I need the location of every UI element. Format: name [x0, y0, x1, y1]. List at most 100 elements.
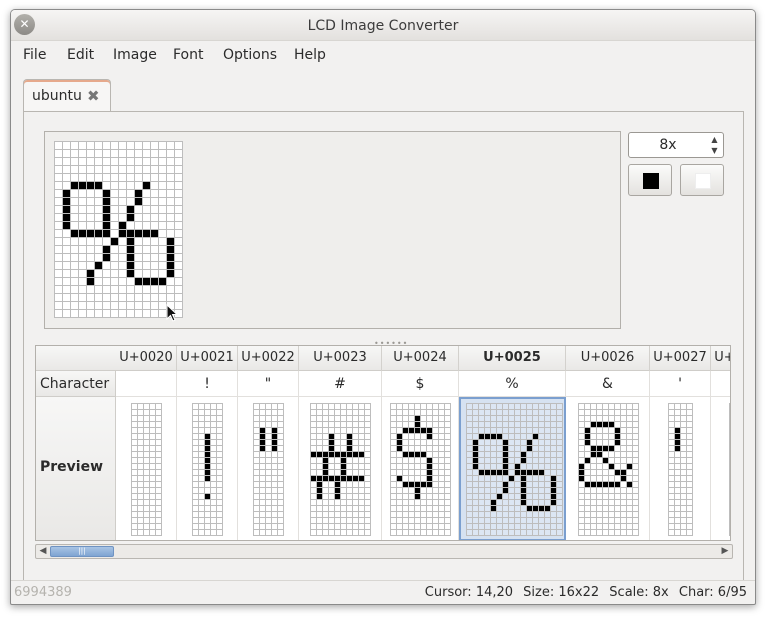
- pixel: [86, 229, 94, 237]
- pixel: [102, 245, 110, 253]
- pixel: [126, 269, 134, 277]
- preview-cell-selected[interactable]: [459, 397, 566, 540]
- preview-cell[interactable]: [116, 397, 177, 540]
- pixel: [126, 261, 134, 269]
- row-header-preview: Preview: [36, 397, 116, 540]
- glyph-preview: [668, 403, 693, 536]
- foreground-swatch: [643, 173, 659, 189]
- character-cell[interactable]: &: [566, 371, 650, 397]
- foreground-color-button[interactable]: [628, 164, 672, 196]
- pixel: [166, 245, 174, 253]
- menu-bar: File Edit Image Font Options Help: [11, 41, 755, 69]
- pixel: [126, 253, 134, 261]
- menu-file[interactable]: File: [23, 47, 46, 63]
- preview-cell[interactable]: [382, 397, 459, 540]
- zoom-spinbox[interactable]: 8x ▲ ▼: [628, 132, 724, 158]
- column-header[interactable]: U+0024: [382, 346, 459, 371]
- pixel: [62, 205, 70, 213]
- pixel: [134, 197, 142, 205]
- pixel: [62, 221, 70, 229]
- preview-cell[interactable]: [238, 397, 299, 540]
- tab-label: ubuntu: [32, 88, 82, 104]
- glyph-preview: [131, 403, 162, 536]
- character-cell[interactable]: #: [299, 371, 382, 397]
- pixel: [110, 237, 118, 245]
- pixel: [62, 197, 70, 205]
- mouse-cursor-icon: [166, 304, 179, 322]
- scroll-right-icon[interactable]: ▶: [718, 545, 732, 558]
- window-title: LCD Image Converter: [307, 18, 459, 34]
- background-swatch: [695, 173, 711, 189]
- pixel: [142, 277, 150, 285]
- glyph-preview: [192, 403, 223, 536]
- tab-ubuntu[interactable]: ubuntu ✖: [23, 79, 111, 112]
- glyph-preview: [253, 403, 284, 536]
- pixel: [94, 181, 102, 189]
- menu-edit[interactable]: Edit: [67, 47, 94, 63]
- status-left-text: 6994389: [14, 585, 72, 600]
- pixel: [78, 229, 86, 237]
- pixel: [86, 269, 94, 277]
- status-bar: 6994389 Cursor: 14,20 Size: 16x22 Scale:…: [11, 580, 755, 604]
- spin-down-icon[interactable]: ▼: [708, 145, 721, 156]
- column-header[interactable]: U+0020: [116, 346, 177, 371]
- character-cell[interactable]: ': [650, 371, 711, 397]
- background-color-button[interactable]: [680, 164, 724, 196]
- pixel: [142, 181, 150, 189]
- pixel: [166, 237, 174, 245]
- preview-cell[interactable]: [566, 397, 650, 540]
- image-editor-area[interactable]: [44, 131, 621, 329]
- pixel: [142, 229, 150, 237]
- column-header[interactable]: U+0027: [650, 346, 711, 371]
- column-header[interactable]: U+0025: [459, 346, 566, 371]
- pixel: [166, 253, 174, 261]
- menu-image[interactable]: Image: [113, 47, 157, 63]
- pixel: [118, 229, 126, 237]
- character-cell[interactable]: %: [459, 371, 566, 397]
- preview-cell[interactable]: [299, 397, 382, 540]
- menu-help[interactable]: Help: [294, 47, 326, 63]
- preview-cell[interactable]: [177, 397, 238, 540]
- status-scale: Scale: 8x: [609, 585, 669, 600]
- pixel: [86, 181, 94, 189]
- menu-font[interactable]: Font: [173, 47, 203, 63]
- tab-panel: 8x ▲ ▼ •••••• U+0020 U+0021 U+0022 U+0023 U+…: [23, 111, 744, 581]
- status-info: Cursor: 14,20 Size: 16x22 Scale: 8x Char…: [419, 585, 747, 600]
- pixel: [62, 213, 70, 221]
- character-cell[interactable]: !: [177, 371, 238, 397]
- glyph-preview: [729, 403, 730, 536]
- pixel: [126, 237, 134, 245]
- horizontal-scrollbar[interactable]: ◀ ||| ▶: [35, 544, 733, 559]
- tab-close-icon[interactable]: ✖: [87, 89, 101, 104]
- spin-up-icon[interactable]: ▲: [708, 134, 721, 145]
- pixel: [126, 229, 134, 237]
- scroll-thumb[interactable]: |||: [50, 546, 114, 557]
- pixel: [94, 261, 102, 269]
- preview-cell[interactable]: [650, 397, 711, 540]
- character-cell[interactable]: ": [238, 371, 299, 397]
- pixel: [158, 277, 166, 285]
- pixel: [126, 245, 134, 253]
- preview-cell[interactable]: [711, 397, 730, 540]
- column-header[interactable]: U+0026: [566, 346, 650, 371]
- character-table: U+0020 U+0021 U+0022 U+0023 U+0024 U+0025 U+00…: [35, 345, 731, 541]
- character-cell[interactable]: $: [382, 371, 459, 397]
- character-cell[interactable]: (: [711, 371, 730, 397]
- scroll-left-icon[interactable]: ◀: [36, 545, 50, 558]
- pixel: [102, 253, 110, 261]
- character-cell[interactable]: [116, 371, 177, 397]
- column-header[interactable]: U+0028: [711, 346, 730, 371]
- pixel: [134, 277, 142, 285]
- column-header[interactable]: U+0023: [299, 346, 382, 371]
- zoom-value: 8x: [659, 137, 677, 153]
- pixel-editor-grid[interactable]: [54, 141, 183, 318]
- pixel: [94, 229, 102, 237]
- pixel: [70, 229, 78, 237]
- pixel: [102, 213, 110, 221]
- column-header[interactable]: U+0021: [177, 346, 238, 371]
- menu-options[interactable]: Options: [223, 47, 277, 63]
- column-header[interactable]: U+0022: [238, 346, 299, 371]
- status-char: Char: 6/95: [678, 585, 747, 600]
- main-window: ✕ LCD Image Converter File Edit Image Fo…: [10, 9, 756, 605]
- glyph-preview: [310, 403, 371, 536]
